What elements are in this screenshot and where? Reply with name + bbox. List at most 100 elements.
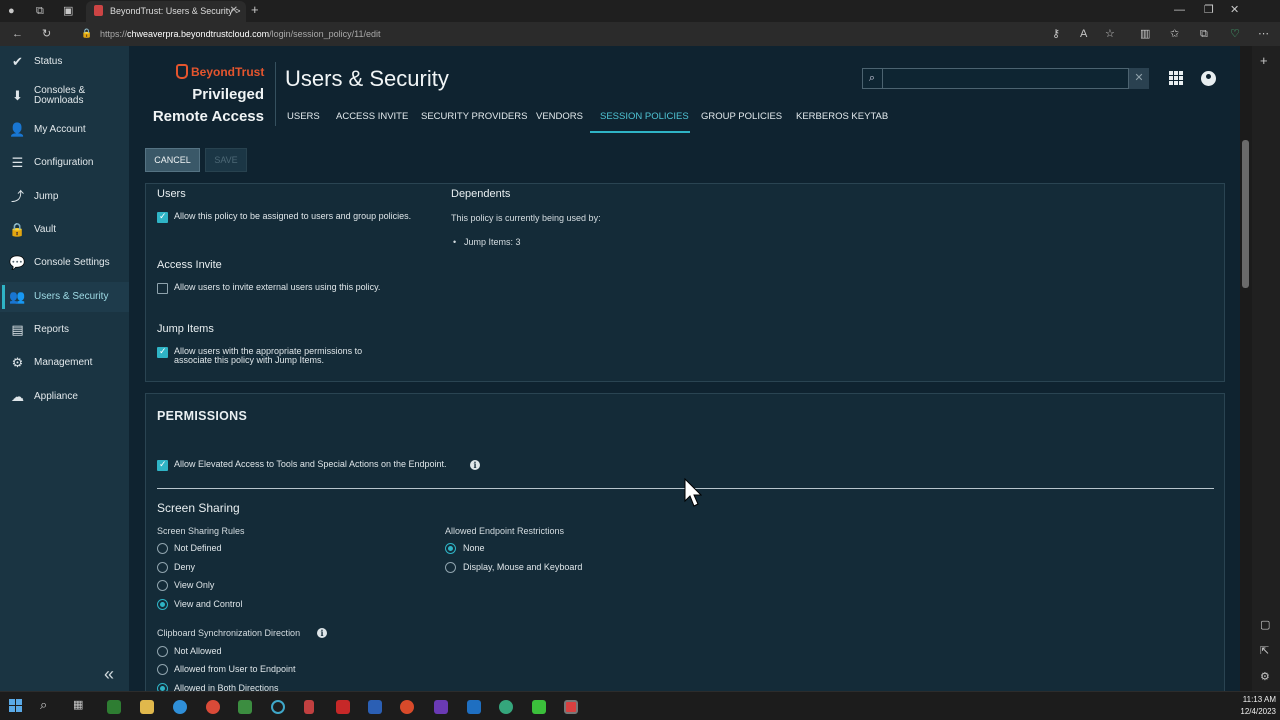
- minimize-icon[interactable]: —: [1174, 3, 1185, 17]
- excel-like-icon[interactable]: [238, 700, 252, 714]
- teams-icon[interactable]: [434, 700, 448, 714]
- rule-view-and-control-radio[interactable]: [157, 599, 168, 610]
- search-icon[interactable]: ⌕: [862, 68, 883, 89]
- add-sidebar-icon[interactable]: +: [1260, 54, 1268, 68]
- powerpoint-icon[interactable]: [400, 700, 414, 714]
- read-aloud-icon[interactable]: A: [1080, 27, 1087, 41]
- rule-deny-label: Deny: [174, 562, 196, 572]
- sidebar-item-vault[interactable]: 🔒 Vault: [0, 215, 129, 245]
- clear-search-icon[interactable]: ✕: [1129, 68, 1149, 89]
- sidebar-toggle-icon[interactable]: ▢: [1260, 618, 1270, 632]
- sidebar-item-management[interactable]: ⚙ Management: [0, 348, 129, 378]
- recorder-active-icon[interactable]: [564, 700, 578, 714]
- rule-view-only-radio[interactable]: [157, 580, 168, 591]
- sidebar-item-reports[interactable]: ▤ Reports: [0, 315, 129, 345]
- sidebar-item-jump[interactable]: ⤴ Jump: [0, 182, 129, 212]
- url-scheme: https://: [100, 29, 128, 39]
- file-explorer-icon[interactable]: [140, 700, 154, 714]
- search-input[interactable]: [862, 68, 1129, 89]
- restriction-none-radio[interactable]: [445, 543, 456, 554]
- restore-icon[interactable]: ❐: [1204, 3, 1214, 17]
- favorites-icon[interactable]: ✩: [1170, 27, 1179, 41]
- sidebar-item-status[interactable]: ✔ Status: [0, 47, 129, 77]
- favicon-icon: [94, 5, 103, 16]
- users-checkbox[interactable]: [157, 211, 168, 223]
- open-external-icon[interactable]: ⇱: [1260, 644, 1269, 658]
- store-app-icon[interactable]: [107, 700, 121, 714]
- beyondtrust-logo-icon: [176, 64, 188, 79]
- download-icon: ⬇: [12, 88, 23, 103]
- report-icon: ▤: [11, 322, 24, 337]
- save-button[interactable]: SAVE: [205, 148, 247, 172]
- sidebar-item-label: Console Settings: [34, 257, 110, 268]
- beyondtrust-console-icon[interactable]: [271, 700, 285, 714]
- clipboard-not-allowed-radio[interactable]: [157, 646, 168, 657]
- clipboard-user-to-endpoint-radio[interactable]: [157, 664, 168, 675]
- health-icon[interactable]: ♡: [1230, 27, 1240, 41]
- tab-security-providers[interactable]: SECURITY PROVIDERS: [421, 111, 527, 122]
- access-invite-heading: Access Invite: [157, 259, 222, 271]
- edge-browser-icon[interactable]: [173, 700, 187, 714]
- tab-vendors[interactable]: VENDORS: [536, 111, 583, 122]
- sidebar-item-console-settings[interactable]: 💬 Console Settings: [0, 248, 129, 278]
- jump-items-heading: Jump Items: [157, 323, 214, 335]
- back-icon[interactable]: ←: [12, 27, 23, 41]
- tab-access-invite[interactable]: ACCESS INVITE: [336, 111, 408, 122]
- clipboard-info-icon[interactable]: i: [317, 628, 327, 638]
- settings-gear-icon[interactable]: ⚙: [1260, 670, 1270, 684]
- collapse-sidebar-icon[interactable]: «: [104, 664, 114, 685]
- word-icon[interactable]: [368, 700, 382, 714]
- restriction-display-radio[interactable]: [445, 562, 456, 573]
- split-screen-icon[interactable]: ▥: [1140, 27, 1150, 41]
- access-invite-checkbox[interactable]: [157, 283, 168, 294]
- windows-start-icon[interactable]: [9, 699, 22, 712]
- cancel-button[interactable]: CANCEL: [145, 148, 200, 172]
- tab-session-policies[interactable]: SESSION POLICIES: [600, 111, 689, 122]
- profile-avatar-icon[interactable]: ●: [8, 4, 15, 18]
- camtasia-icon[interactable]: [532, 700, 546, 714]
- reload-icon[interactable]: ↻: [42, 27, 51, 41]
- sidebar-item-my-account[interactable]: 👤 My Account: [0, 115, 129, 145]
- url-path: /login/session_policy/11/edit: [269, 29, 381, 39]
- jump-items-checkbox[interactable]: [157, 346, 168, 358]
- key-icon[interactable]: ⚷: [1052, 27, 1060, 41]
- collections-icon[interactable]: ⧉: [1200, 27, 1208, 41]
- rule-deny-radio[interactable]: [157, 562, 168, 573]
- scrollbar-thumb[interactable]: [1242, 140, 1249, 288]
- outlook-icon[interactable]: [467, 700, 481, 714]
- chrome-browser-icon[interactable]: [206, 700, 220, 714]
- close-tab-icon[interactable]: ✕: [230, 5, 238, 16]
- tab-group-policies[interactable]: GROUP POLICIES: [701, 111, 782, 122]
- window-close-icon[interactable]: ✕: [1230, 3, 1239, 17]
- sidebar-item-configuration[interactable]: ☰ Configuration: [0, 148, 129, 178]
- new-tab-icon[interactable]: +: [251, 3, 259, 17]
- more-menu-icon[interactable]: ⋯: [1258, 27, 1269, 41]
- rule-not-defined-radio[interactable]: [157, 543, 168, 554]
- favorite-star-icon[interactable]: ☆: [1105, 27, 1115, 41]
- tab-kerberos-keytab[interactable]: KERBEROS KEYTAB: [796, 111, 888, 122]
- elevated-access-checkbox[interactable]: [157, 459, 168, 471]
- tab-actions-icon[interactable]: ▣: [63, 4, 73, 18]
- lock-icon: 🔒: [81, 28, 93, 38]
- acrobat-icon[interactable]: [336, 700, 350, 714]
- tab-users[interactable]: USERS: [287, 111, 320, 122]
- access-invite-option-label: Allow users to invite external users usi…: [174, 282, 381, 292]
- workspaces-icon[interactable]: ⧉: [36, 4, 44, 18]
- dependents-jump-items: Jump Items: 3: [464, 237, 521, 247]
- sidebar-item-appliance[interactable]: ☁ Appliance: [0, 382, 129, 412]
- chat-icon: 💬: [9, 255, 26, 270]
- beyondtrust-app-icon[interactable]: [304, 700, 314, 714]
- info-icon[interactable]: i: [470, 460, 480, 470]
- account-icon[interactable]: [1201, 71, 1216, 86]
- app-icon-green-circle[interactable]: [499, 700, 513, 714]
- apps-grid-icon[interactable]: [1169, 71, 1183, 85]
- url-field[interactable]: 🔒 https://chweaverpra.beyondtrustcloud.c…: [72, 25, 1252, 43]
- sidebar-item-consoles-downloads[interactable]: ⬇ Consoles & Downloads: [0, 81, 129, 111]
- browser-tab-title: BeyondTrust: Users & Security >: [110, 6, 241, 16]
- lock-icon: 🔒: [9, 222, 26, 237]
- browser-tab-bar: ● ⧉ ▣ BeyondTrust: Users & Security > ✕ …: [0, 0, 1280, 22]
- task-view-icon[interactable]: ▦: [73, 698, 83, 712]
- taskbar-search-icon[interactable]: ⌕: [40, 698, 47, 712]
- sidebar-item-users-security[interactable]: 👥 Users & Security: [0, 282, 129, 312]
- browser-tab[interactable]: BeyondTrust: Users & Security > ✕: [86, 1, 246, 22]
